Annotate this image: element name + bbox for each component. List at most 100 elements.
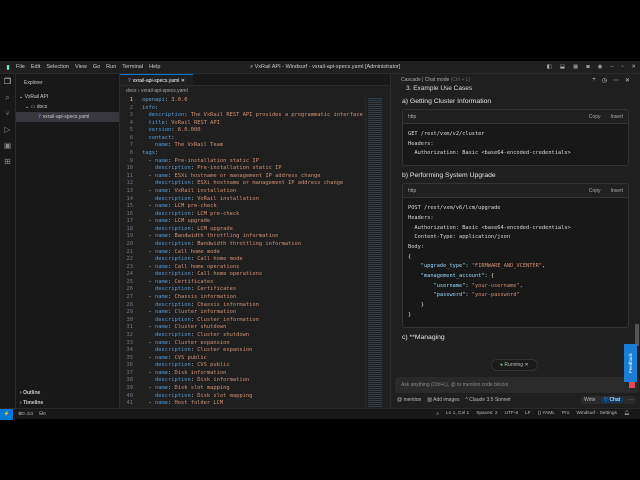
extensions-icon[interactable]: ⊞ — [0, 154, 15, 170]
yaml-key: name — [154, 233, 168, 240]
yaml-key: contact — [148, 134, 172, 141]
copy-button[interactable]: Copy — [589, 184, 601, 197]
search-icon[interactable]: ⌕ — [0, 90, 15, 106]
indentation[interactable]: Spaces: 2 — [476, 411, 497, 417]
yaml-value: Pre-installation static IP — [197, 165, 282, 172]
line-number: 14 — [126, 195, 134, 202]
code-language: http — [408, 114, 417, 120]
chat-input[interactable]: Ask anything (Ctrl+L), @ to mention code… — [395, 377, 639, 393]
close-icon[interactable]: ✕ — [625, 77, 630, 84]
yaml-value: Certificates — [174, 278, 214, 285]
breadcrumb-docs[interactable]: docs — [126, 88, 137, 94]
running-indicator: ● Running ✕ — [491, 359, 538, 371]
tab-label: vxrail-api-specs.yaml — [132, 78, 180, 84]
toggle-sidebar-icon[interactable]: ◧ — [547, 64, 552, 70]
yaml-value: Certificates — [197, 286, 237, 293]
folder-label: docs — [36, 104, 48, 110]
tab-vxrail-api-specs[interactable]: Y vxrail-api-specs.yaml ✕ — [120, 74, 193, 85]
yaml-key: description — [154, 362, 191, 369]
menu-run[interactable]: Run — [106, 64, 116, 70]
maximize-button[interactable]: ▫ — [621, 64, 623, 70]
menu-terminal[interactable]: Terminal — [122, 64, 143, 70]
code-line: 20 description: Bandwidth throttling inf… — [120, 241, 365, 249]
line-ending[interactable]: LF — [525, 411, 531, 417]
explorer-icon[interactable]: ❐ — [0, 74, 15, 90]
menu-help[interactable]: Help — [149, 64, 160, 70]
mention-button[interactable]: @ mention — [397, 397, 421, 403]
account-icon[interactable]: ◉ — [598, 64, 603, 70]
customize-layout-icon[interactable]: ▦ — [573, 64, 578, 70]
write-mode-button[interactable]: Write — [584, 397, 596, 403]
run-debug-icon[interactable]: ▷ — [0, 122, 15, 138]
code-editor[interactable]: 1 openapi: 3.0.0 2 info: 3 description: The … — [120, 97, 365, 408]
cursor-position[interactable]: Ln 1, Col 1 — [446, 411, 469, 417]
encoding[interactable]: UTF-8 — [505, 411, 519, 417]
close-button[interactable]: ✕ — [631, 64, 636, 70]
language-mode[interactable]: {} YAML — [538, 411, 555, 417]
new-chat-icon[interactable]: + — [592, 77, 596, 83]
code-text: - name: LCM pre-check — [142, 203, 217, 210]
code-block: http Copy Insert POST /rest/vxm/v6/lcm/upg… — [402, 183, 629, 328]
window-title-text: VxRail API - Windsurf - vxrail-api-specs… — [254, 63, 401, 70]
menu-view[interactable]: View — [75, 64, 87, 70]
yaml-value: The VxRail Team — [174, 142, 224, 149]
outline-section[interactable]: › Outline — [16, 388, 119, 398]
yaml-key: name — [154, 278, 168, 285]
close-tab-icon[interactable]: ✕ — [181, 78, 185, 84]
code-line: 40 description: Disk slot mapping — [120, 393, 365, 401]
zoom-icon[interactable]: ⌕ — [436, 411, 439, 417]
problems-indicator[interactable]: ⊗0 ⚠0 — [18, 412, 33, 417]
code-line: 18 description: LCM upgrade — [120, 226, 365, 234]
timeline-section[interactable]: › Timeline — [16, 398, 119, 408]
code-text: description: Cluster expansion — [142, 347, 252, 355]
code-text: description: Call home operations — [142, 271, 262, 279]
insert-button[interactable]: Insert — [610, 184, 623, 197]
stop-button[interactable] — [629, 382, 635, 388]
notifications-icon[interactable]: 🔔︎ — [624, 411, 630, 417]
code-line: 1 openapi: 3.0.0 — [120, 97, 365, 105]
tree-root-folder[interactable]: ⌄ VxRail API — [16, 92, 119, 102]
history-icon[interactable]: ◷ — [602, 77, 607, 84]
feedback-button[interactable]: Feedback — [624, 344, 637, 382]
yaml-key: version — [148, 127, 172, 134]
copy-button[interactable]: Copy — [589, 110, 601, 123]
line-number: 38 — [126, 377, 134, 384]
menu-file[interactable]: File — [16, 64, 25, 70]
minimize-button[interactable]: – — [610, 64, 613, 70]
more-icon[interactable]: ⋯ — [613, 77, 619, 84]
code-line: 14 description: VxRail installation — [120, 196, 365, 204]
menu-go[interactable]: Go — [93, 64, 100, 70]
window-title[interactable]: ⌕ VxRail API - Windsurf - vxrail-api-spe… — [250, 64, 400, 71]
cascade-icon[interactable]: ◙ — [586, 64, 589, 70]
yaml-key: description — [154, 377, 191, 384]
plan-badge[interactable]: Pro — [562, 411, 569, 417]
remote-icon[interactable]: ⚡ — [0, 408, 13, 420]
remote-explorer-icon[interactable]: ▣ — [0, 138, 15, 154]
code-text: - name: Cluster information — [142, 309, 237, 316]
add-images-label: Add images — [433, 397, 460, 403]
toggle-panel-icon[interactable]: ⬓ — [560, 64, 565, 70]
line-number: 31 — [126, 324, 134, 331]
ports-indicator[interactable]: ⛁0 — [39, 412, 46, 417]
code-line: 6 contact: — [120, 135, 365, 143]
tree-file-yaml[interactable]: Y vxrail-api-specs.yaml — [16, 112, 119, 122]
minimap[interactable] — [365, 97, 390, 408]
chat-mode-button[interactable]: ♡ Chat — [600, 397, 623, 403]
yaml-key: description — [154, 180, 191, 187]
model-selector[interactable]: ^ Claude 3.5 Sonnet — [466, 397, 511, 403]
windsurf-settings[interactable]: Windsurf - Settings — [576, 411, 617, 417]
cancel-icon[interactable]: ✕ — [524, 362, 528, 368]
chat-scrollbar[interactable] — [635, 324, 639, 346]
source-control-icon[interactable]: ⑂ — [0, 106, 15, 122]
breadcrumb-file[interactable]: vxrail-api-specs.yaml — [141, 88, 188, 94]
insert-button[interactable]: Insert — [610, 110, 623, 123]
add-images-button[interactable]: ▨ Add images — [427, 397, 459, 403]
menu-selection[interactable]: Selection — [46, 64, 69, 70]
yaml-key: description — [154, 347, 191, 354]
code-content: GET /rest/vxm/v2/cluster Headers: Author… — [408, 131, 571, 157]
tree-folder-docs[interactable]: ⌄ ▭ docs — [16, 102, 119, 112]
yaml-value: CVS public — [174, 354, 207, 361]
menu-edit[interactable]: Edit — [31, 64, 40, 70]
mode-more-icon[interactable]: ⋯ — [628, 397, 633, 403]
code-text: description: CVS public — [142, 362, 230, 370]
